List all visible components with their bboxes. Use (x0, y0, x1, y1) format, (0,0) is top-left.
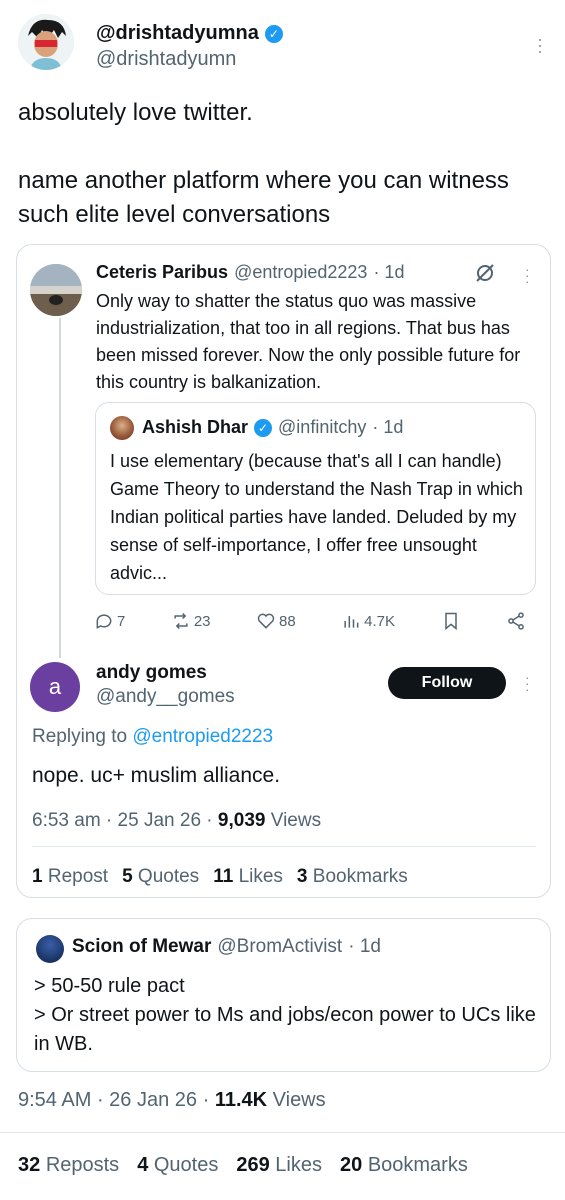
tweet-bookmarks-label: Bookmarks (367, 1154, 468, 1176)
views-chart-icon (344, 616, 359, 628)
quoted-verified-icon: ✓ (254, 418, 273, 437)
tweet-reposts-label: Reposts (45, 1154, 120, 1176)
reply-icon (96, 614, 112, 629)
tweet-time[interactable]: 9:54 AM (18, 1089, 91, 1111)
scion-line-2: > Or street power to Ms and jobs/econ po… (34, 1004, 536, 1055)
reply-more-icon[interactable]: · · · (525, 670, 530, 696)
like-count: 88 (279, 612, 296, 630)
reply-text: nope. uc+ muslim alliance. (32, 764, 281, 787)
tweet-likes-label: Likes (275, 1154, 322, 1176)
repost-icon (174, 612, 188, 630)
follow-button[interactable]: Follow (388, 667, 506, 699)
thread-connector-line (59, 318, 61, 658)
tweet-likes-count: 269 (236, 1154, 270, 1176)
views-action[interactable]: 4.7K (341, 611, 395, 631)
tweet-bookmarks-stat[interactable]: 20 Bookmarks (340, 1154, 468, 1177)
author-avatar[interactable] (18, 14, 74, 70)
scion-text: > 50-50 rule pact > Or street power to M… (34, 972, 539, 1059)
reply-reposts-label: Repost (47, 866, 109, 887)
author-handle[interactable]: @drishtadyumn (96, 48, 236, 71)
replying-to: Replying to @entropied2223 (32, 726, 273, 748)
reply-quotes-count: 5 (122, 866, 133, 887)
share-action[interactable] (506, 611, 526, 631)
reply-avatar[interactable]: a (30, 662, 80, 712)
quoted-text: I use elementary (because that's all I c… (110, 451, 523, 583)
quoted-name[interactable]: Ashish Dhar (142, 417, 248, 438)
reply-reposts-count: 1 (32, 866, 43, 887)
views-count: 4.7K (364, 612, 396, 630)
reply-likes-stat[interactable]: 11 Likes (213, 866, 283, 888)
reply-time[interactable]: 6:53 am (32, 810, 101, 831)
bookmark-icon (444, 612, 457, 631)
repost-count: 23 (193, 612, 211, 630)
reply-reposts-stat[interactable]: 1 Repost (32, 866, 108, 888)
scion-avatar[interactable] (36, 935, 64, 963)
repost-action[interactable]: 23 (171, 611, 211, 631)
scion-handle[interactable]: @BromActivist (217, 936, 342, 958)
reply-date[interactable]: 25 Jan 26 (118, 810, 201, 831)
reply-meta: 6:53 am · 25 Jan 26 · 9,039 Views (32, 810, 322, 831)
tweet-text-line-2: name another platform where you can witn… (18, 167, 509, 228)
more-options-icon[interactable]: · · · (537, 30, 543, 60)
verified-badge-icon: ✓ (264, 24, 283, 43)
like-action[interactable]: 88 (256, 611, 296, 631)
quoted-header: Ashish Dhar ✓ @infinitchy · 1d (142, 417, 403, 438)
reply-bookmarks-count: 3 (296, 866, 308, 887)
tweet-reposts-stat[interactable]: 32 Reposts (18, 1154, 119, 1177)
parent-more-icon[interactable]: · · · (525, 262, 530, 288)
heart-icon (257, 613, 275, 629)
parent-action-bar: 7 23 88 4.7K (94, 608, 526, 634)
tweet-text: absolutely love twitter. name another pl… (18, 96, 538, 232)
divider (0, 1132, 565, 1133)
tweet-text-line-1: absolutely love twitter. (18, 99, 253, 126)
author-display-name-text: @drishtadyumna (96, 22, 259, 44)
quoted-avatar[interactable] (110, 416, 134, 440)
parent-text: Only way to shatter the status quo was m… (96, 291, 521, 392)
tweet-likes-stat[interactable]: 269 Likes (236, 1154, 322, 1177)
parent-name[interactable]: Ceteris Paribus (96, 262, 228, 283)
reply-likes-count: 11 (213, 866, 234, 887)
tweet-quotes-stat[interactable]: 4 Quotes (137, 1154, 218, 1177)
scion-time: · 1d (348, 936, 381, 957)
quoted-time: · 1d (372, 417, 404, 437)
reply-stats: 1 Repost 5 Quotes 11 Likes 3 Bookmarks (32, 866, 408, 888)
author-display-name[interactable]: @drishtadyumna ✓ (96, 22, 283, 45)
tweet-date[interactable]: 26 Jan 26 (109, 1089, 197, 1111)
reply-action[interactable]: 7 (94, 611, 125, 631)
reply-bookmarks-stat[interactable]: 3 Bookmarks (297, 866, 408, 888)
parent-header: Ceteris Paribus @entropied2223 · 1d (96, 262, 404, 283)
tweet-meta: 9:54 AM · 26 Jan 26 · 11.4K Views (18, 1089, 326, 1111)
parent-handle[interactable]: @entropied2223 (234, 262, 367, 283)
replying-prefix: Replying to (32, 726, 128, 747)
reply-likes-label: Likes (238, 866, 283, 887)
scion-header: Scion of Mewar @BromActivist · 1d (72, 936, 381, 958)
replying-mention-link[interactable]: @entropied2223 (132, 726, 273, 747)
grok-icon[interactable] (474, 262, 496, 290)
bookmark-action[interactable] (441, 611, 461, 631)
tweet-views-label: Views (272, 1089, 326, 1111)
tweet-quotes-count: 4 (137, 1154, 149, 1176)
reply-views-label: Views (270, 810, 322, 831)
share-icon (508, 612, 524, 630)
reply-quotes-label: Quotes (137, 866, 200, 887)
tweet-quotes-label: Quotes (153, 1154, 219, 1176)
reply-quotes-stat[interactable]: 5 Quotes (122, 866, 199, 888)
scion-line-1: > 50-50 rule pact (34, 975, 185, 997)
reply-views-count: 9,039 (217, 810, 266, 831)
scion-name[interactable]: Scion of Mewar (72, 936, 211, 958)
reply-handle[interactable]: @andy__gomes (96, 686, 235, 708)
parent-time: · 1d (373, 262, 405, 282)
reply-bookmarks-label: Bookmarks (312, 866, 408, 887)
parent-avatar[interactable] (30, 264, 82, 316)
quoted-handle[interactable]: @infinitchy (278, 417, 366, 438)
divider (32, 846, 536, 847)
tweet-reposts-count: 32 (18, 1154, 41, 1176)
tweet-stats: 32 Reposts 4 Quotes 269 Likes 20 Bookmar… (18, 1154, 468, 1177)
tweet-bookmarks-count: 20 (340, 1154, 363, 1176)
reply-count: 7 (117, 612, 126, 630)
tweet-views-count: 11.4K (214, 1089, 268, 1111)
reply-name[interactable]: andy gomes (96, 662, 207, 684)
